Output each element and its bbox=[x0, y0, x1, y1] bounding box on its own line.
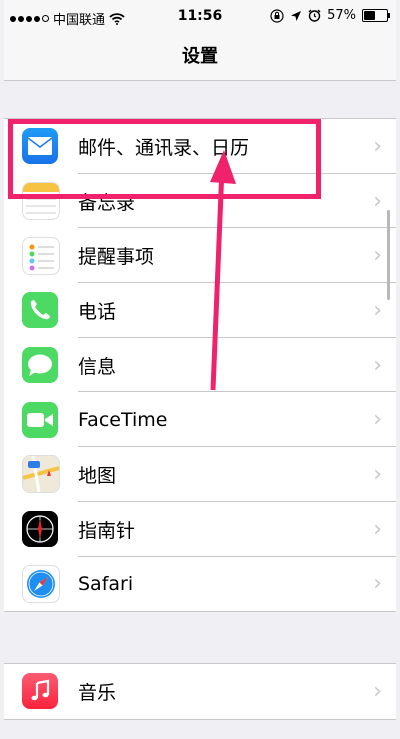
annotation-arrow bbox=[210, 150, 236, 391]
